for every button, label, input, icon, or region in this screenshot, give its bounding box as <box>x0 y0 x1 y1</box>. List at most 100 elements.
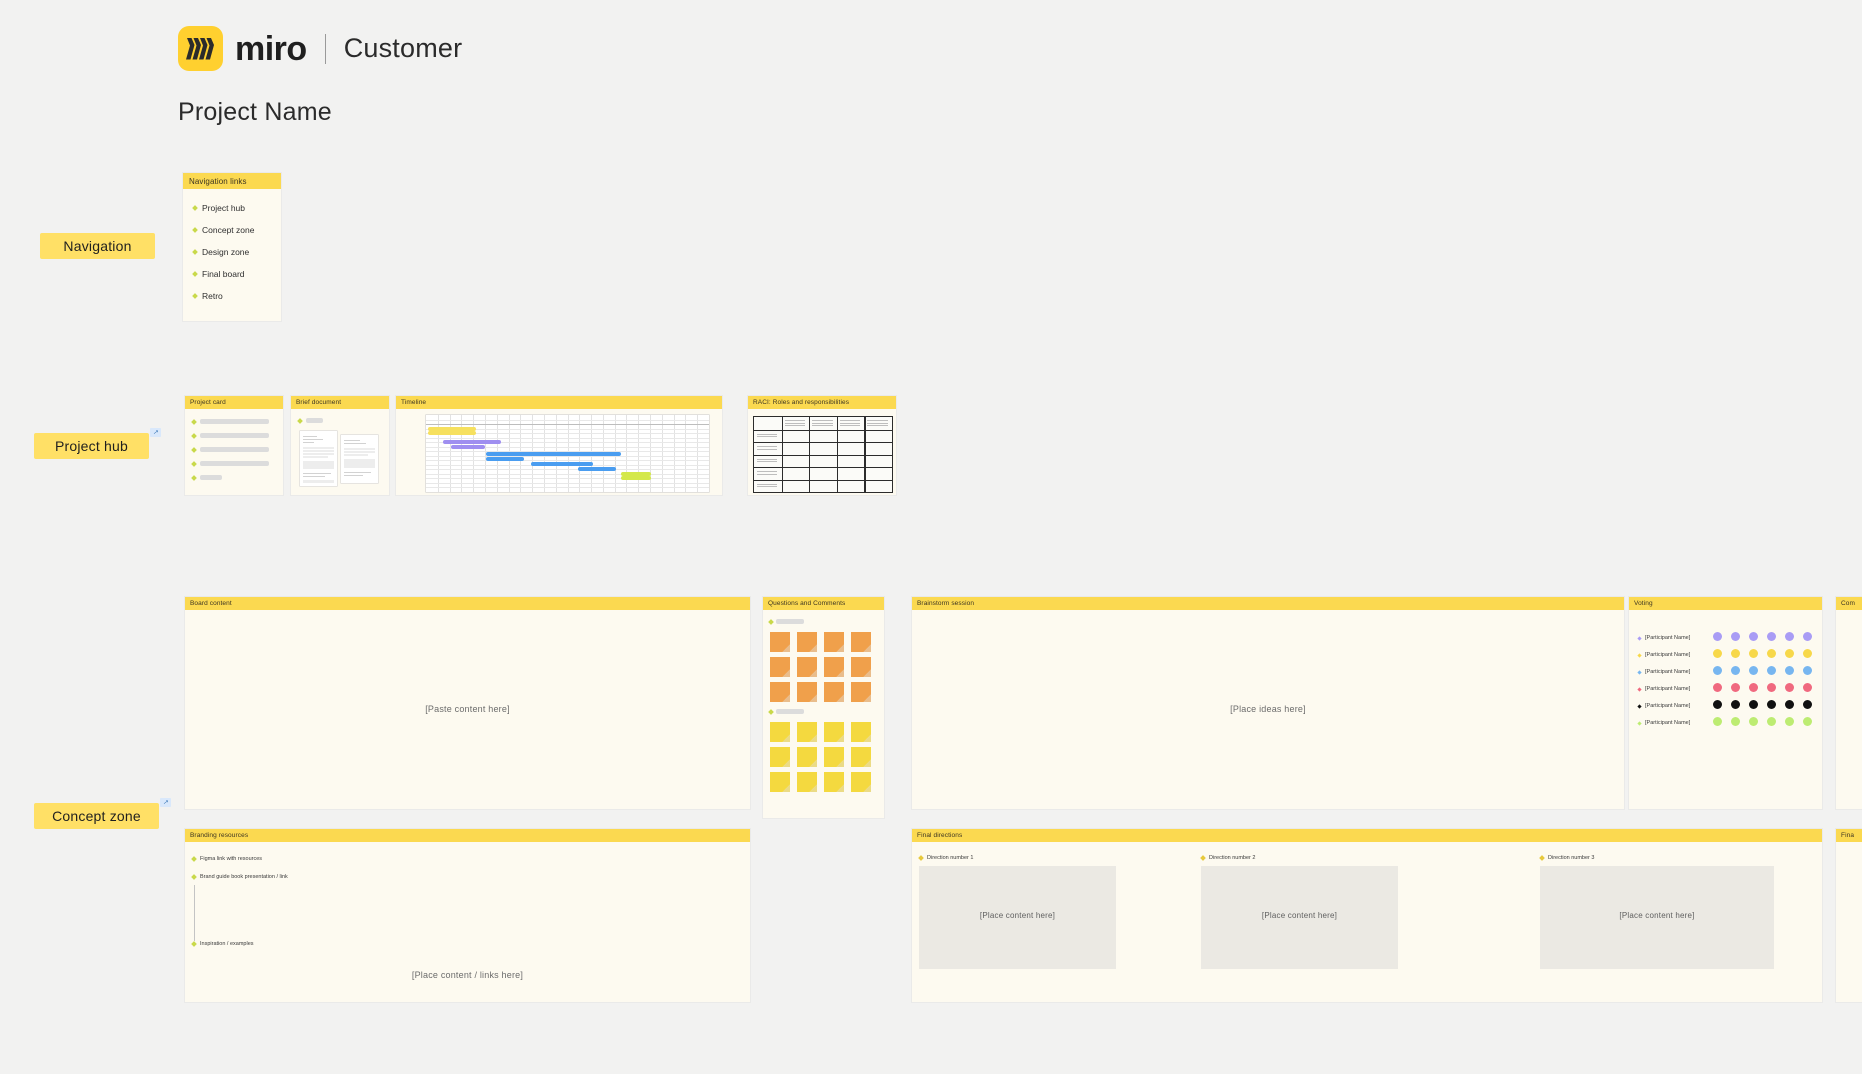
vote-dot[interactable] <box>1767 632 1776 641</box>
nav-link-concept-zone[interactable]: Concept zone <box>192 225 254 235</box>
sticky-note[interactable] <box>851 682 871 702</box>
sticky-note[interactable] <box>824 657 844 677</box>
nav-link-final-board[interactable]: Final board <box>192 269 245 279</box>
vote-dot[interactable] <box>1713 717 1722 726</box>
sticky-note[interactable] <box>797 772 817 792</box>
miro-board-canvas[interactable]: miro Customer Project Name Navigation Pr… <box>0 0 1862 1074</box>
timeline-frame[interactable]: Timeline <box>396 396 722 495</box>
gantt-bar[interactable] <box>486 452 621 456</box>
sticky-note[interactable] <box>851 657 871 677</box>
nav-link-design-zone[interactable]: Design zone <box>192 247 249 257</box>
voting-participant-row[interactable]: [Participant Name] <box>1637 703 1690 709</box>
vote-dot[interactable] <box>1713 666 1722 675</box>
vote-dot[interactable] <box>1713 683 1722 692</box>
gantt-bar[interactable] <box>486 457 524 461</box>
gantt-bar[interactable] <box>428 431 476 435</box>
direction-column-3[interactable]: Direction number 3 [Place content here] <box>1533 842 1862 1002</box>
vote-dot[interactable] <box>1803 632 1812 641</box>
sticky-note[interactable] <box>824 722 844 742</box>
sticky-note[interactable] <box>797 657 817 677</box>
vote-dot[interactable] <box>1749 666 1758 675</box>
vote-dot[interactable] <box>1713 649 1722 658</box>
vote-dot[interactable] <box>1713 700 1722 709</box>
vote-dot[interactable] <box>1803 683 1812 692</box>
voting-dot-row[interactable] <box>1713 632 1812 641</box>
sticky-note[interactable] <box>770 747 790 767</box>
document-thumbnail[interactable] <box>341 435 378 483</box>
voting-dot-row[interactable] <box>1713 717 1812 726</box>
vote-dot[interactable] <box>1803 666 1812 675</box>
vote-dot[interactable] <box>1767 700 1776 709</box>
zone-label-project-hub[interactable]: Project hub ↗ <box>34 428 161 459</box>
gantt-bar[interactable] <box>531 462 593 466</box>
sticky-note[interactable] <box>824 747 844 767</box>
brainstorm-session-frame[interactable]: Brainstorm session [Place ideas here] <box>912 597 1624 809</box>
voting-participant-row[interactable]: [Participant Name] <box>1637 635 1690 641</box>
offscreen-frame-right-top[interactable]: Com <box>1836 597 1862 809</box>
raci-table[interactable] <box>753 416 893 493</box>
vote-dot[interactable] <box>1803 700 1812 709</box>
vote-dot[interactable] <box>1785 717 1794 726</box>
branding-resources-frame[interactable]: Branding resources Figma link with resou… <box>185 829 750 1002</box>
gantt-bar[interactable] <box>578 467 616 471</box>
branding-link-figma[interactable]: Figma link with resources <box>191 856 262 862</box>
direction-column-2[interactable]: Direction number 2 [Place content here] <box>1194 842 1528 1002</box>
voting-dot-row[interactable] <box>1713 683 1812 692</box>
vote-dot[interactable] <box>1767 683 1776 692</box>
sticky-note[interactable] <box>851 722 871 742</box>
board-content-frame[interactable]: Board content [Paste content here] <box>185 597 750 809</box>
gantt-chart[interactable] <box>426 415 709 492</box>
vote-dot[interactable] <box>1731 632 1740 641</box>
sticky-note[interactable] <box>770 657 790 677</box>
direction-content-box[interactable]: [Place content here] <box>1201 866 1398 969</box>
vote-dot[interactable] <box>1731 717 1740 726</box>
sticky-note[interactable] <box>770 682 790 702</box>
vote-dot[interactable] <box>1731 683 1740 692</box>
sticky-note[interactable] <box>770 722 790 742</box>
document-thumbnail[interactable] <box>300 431 337 486</box>
sticky-note[interactable] <box>851 772 871 792</box>
voting-participant-row[interactable]: [Participant Name] <box>1637 652 1690 658</box>
voting-dot-row[interactable] <box>1713 666 1812 675</box>
sticky-note[interactable] <box>770 772 790 792</box>
voting-participant-row[interactable]: [Participant Name] <box>1637 686 1690 692</box>
voting-participant-row[interactable]: [Participant Name] <box>1637 669 1690 675</box>
gantt-bar[interactable] <box>451 445 485 449</box>
voting-participant-row[interactable]: [Participant Name] <box>1637 720 1690 726</box>
branding-link-brand-guide[interactable]: Brand guide book presentation / link <box>191 874 288 880</box>
sticky-note[interactable] <box>851 747 871 767</box>
sticky-note[interactable] <box>797 747 817 767</box>
vote-dot[interactable] <box>1749 632 1758 641</box>
sticky-note[interactable] <box>797 632 817 652</box>
vote-dot[interactable] <box>1785 666 1794 675</box>
sticky-note[interactable] <box>851 632 871 652</box>
vote-dot[interactable] <box>1767 717 1776 726</box>
vote-dot[interactable] <box>1749 717 1758 726</box>
vote-dot[interactable] <box>1767 666 1776 675</box>
voting-dot-row[interactable] <box>1713 700 1812 709</box>
vote-dot[interactable] <box>1749 649 1758 658</box>
brief-document-frame[interactable]: Brief document <box>291 396 389 495</box>
final-directions-frame[interactable]: Final directions Direction number 1 [Pla… <box>912 829 1822 1002</box>
sticky-note[interactable] <box>824 772 844 792</box>
direction-content-box[interactable]: [Place content here] <box>919 866 1116 969</box>
navigation-links-frame[interactable]: Navigation links Project hub Concept zon… <box>183 173 281 321</box>
direction-content-box[interactable]: [Place content here] <box>1540 866 1774 969</box>
branding-link-inspiration[interactable]: Inspiration / examples <box>191 941 254 947</box>
vote-dot[interactable] <box>1785 700 1794 709</box>
offscreen-frame-right-bottom[interactable]: Fina <box>1836 829 1862 1002</box>
nav-link-project-hub[interactable]: Project hub <box>192 203 245 213</box>
sticky-note[interactable] <box>797 682 817 702</box>
sticky-note[interactable] <box>797 722 817 742</box>
vote-dot[interactable] <box>1731 666 1740 675</box>
voting-dot-row[interactable] <box>1713 649 1812 658</box>
vote-dot[interactable] <box>1785 683 1794 692</box>
sticky-note[interactable] <box>824 682 844 702</box>
zone-label-navigation[interactable]: Navigation <box>40 233 155 259</box>
raci-frame[interactable]: RACI: Roles and responsibilities <box>748 396 896 495</box>
sticky-note[interactable] <box>824 632 844 652</box>
vote-dot[interactable] <box>1749 683 1758 692</box>
vote-dot[interactable] <box>1731 649 1740 658</box>
vote-dot[interactable] <box>1785 649 1794 658</box>
nav-link-retro[interactable]: Retro <box>192 291 223 301</box>
